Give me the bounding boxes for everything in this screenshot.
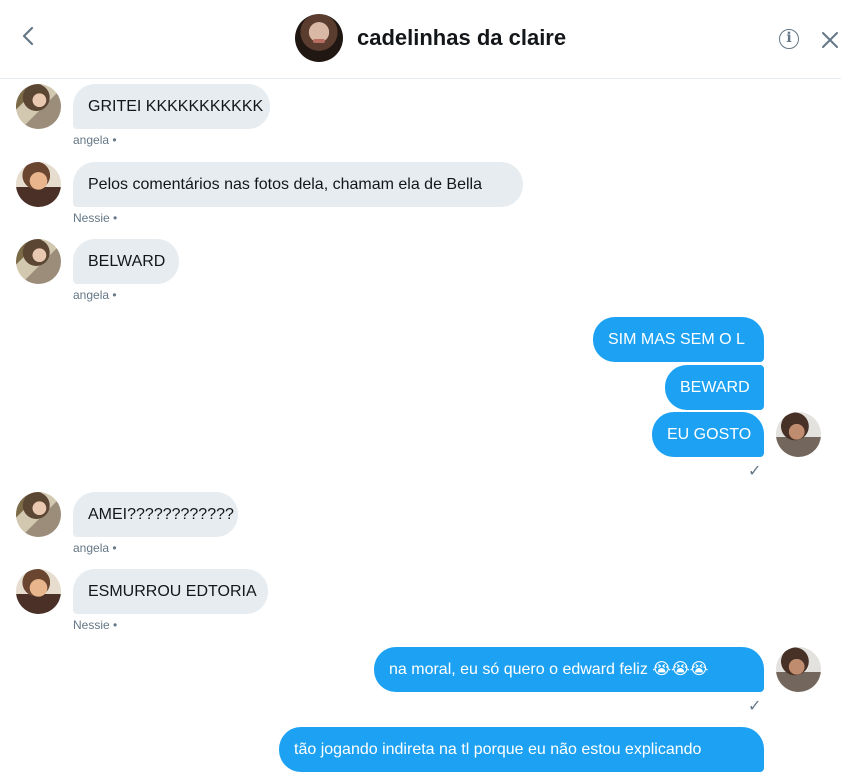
nessie-avatar[interactable]	[16, 162, 61, 207]
my-avatar[interactable]	[776, 647, 821, 692]
message-meta: Nessie •	[73, 211, 118, 225]
message-meta: angela •	[73, 288, 117, 302]
conversation-avatar	[295, 14, 343, 62]
chevron-left-icon	[22, 26, 34, 46]
message-meta: angela •	[73, 133, 117, 147]
conversation-header: cadelinhas da claire i	[0, 0, 841, 79]
message-bubble[interactable]: AMEI????????????	[73, 492, 238, 537]
message-meta: angela •	[73, 541, 117, 555]
message-bubble[interactable]: BEWARD	[665, 365, 764, 410]
nessie-avatar[interactable]	[16, 569, 61, 614]
message-bubble[interactable]: na moral, eu só quero o edward feliz 😭😭😭	[374, 647, 764, 692]
my-avatar[interactable]	[776, 412, 821, 457]
close-button[interactable]	[820, 30, 840, 50]
message-bubble[interactable]: GRITEI KKKKKKKKKKK	[73, 84, 270, 129]
message-bubble[interactable]: EU GOSTO	[652, 412, 764, 457]
message-bubble[interactable]: Pelos comentários nas fotos dela, chamam…	[73, 162, 523, 207]
crying-emoji-icon: 😭😭😭	[652, 661, 709, 678]
message-text: na moral, eu só quero o edward feliz	[389, 661, 648, 678]
read-status-icon: ✓	[748, 698, 762, 715]
message-meta: Nessie •	[73, 618, 118, 632]
angela-avatar[interactable]	[16, 492, 61, 537]
conversation-title: cadelinhas da claire	[357, 25, 567, 50]
read-status-icon: ✓	[748, 463, 762, 480]
close-icon	[822, 32, 838, 48]
info-icon: i	[786, 30, 792, 46]
message-bubble[interactable]: BELWARD	[73, 239, 179, 284]
message-bubble[interactable]: SIM MAS SEM O L	[593, 317, 764, 362]
message-bubble[interactable]: ESMURROU EDTORIA	[73, 569, 268, 614]
angela-avatar[interactable]	[16, 239, 61, 284]
info-button[interactable]: i	[779, 29, 799, 49]
back-button[interactable]	[16, 24, 40, 48]
angela-avatar[interactable]	[16, 84, 61, 129]
message-bubble[interactable]: tão jogando indireta na tl porque eu não…	[279, 727, 764, 772]
